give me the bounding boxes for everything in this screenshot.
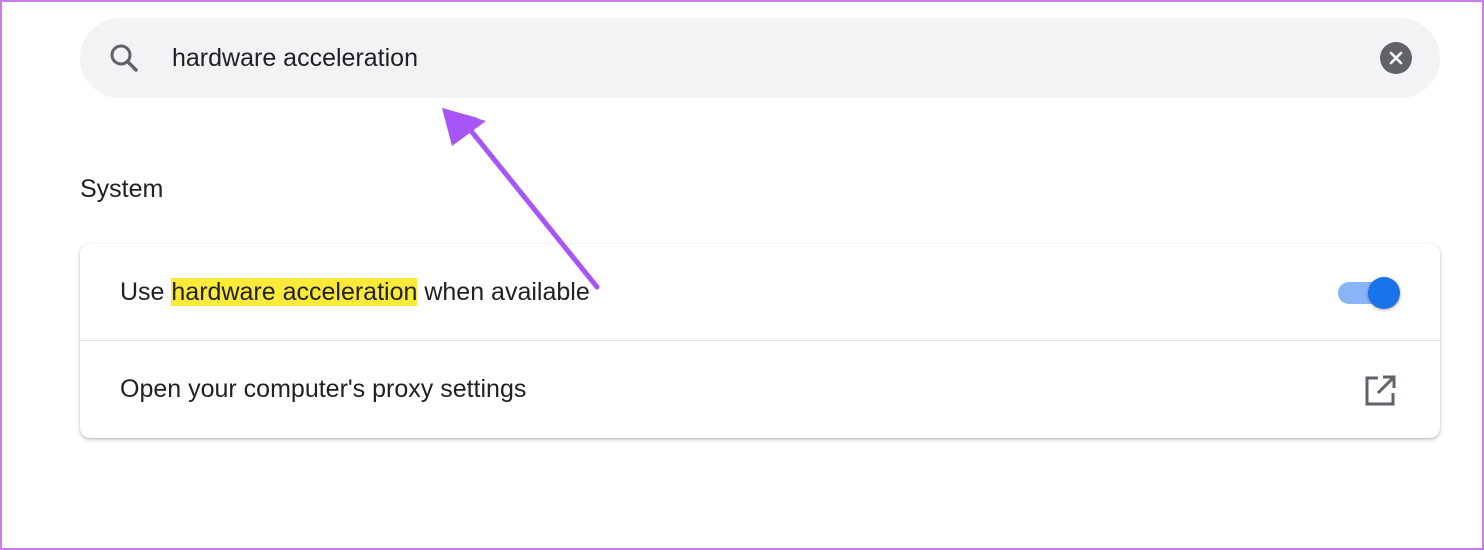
setting-row-hardware-acceleration[interactable]: Use hardware acceleration when available <box>80 244 1440 341</box>
label-suffix: when available <box>417 278 590 306</box>
toggle-knob <box>1368 277 1400 309</box>
setting-label-hardware-acceleration: Use hardware acceleration when available <box>120 278 590 307</box>
setting-row-proxy-settings[interactable]: Open your computer's proxy settings <box>80 341 1440 438</box>
search-icon <box>110 44 138 72</box>
search-match-highlight: hardware acceleration <box>171 278 418 306</box>
search-input[interactable] <box>172 39 1352 77</box>
section-title-system: System <box>80 175 164 203</box>
label-prefix: Use <box>120 278 172 306</box>
setting-label-proxy-settings: Open your computer's proxy settings <box>120 375 527 403</box>
hardware-acceleration-toggle[interactable] <box>1338 277 1400 309</box>
close-icon <box>1389 51 1403 65</box>
external-link-icon[interactable] <box>1362 373 1398 409</box>
clear-search-button[interactable] <box>1380 42 1412 74</box>
